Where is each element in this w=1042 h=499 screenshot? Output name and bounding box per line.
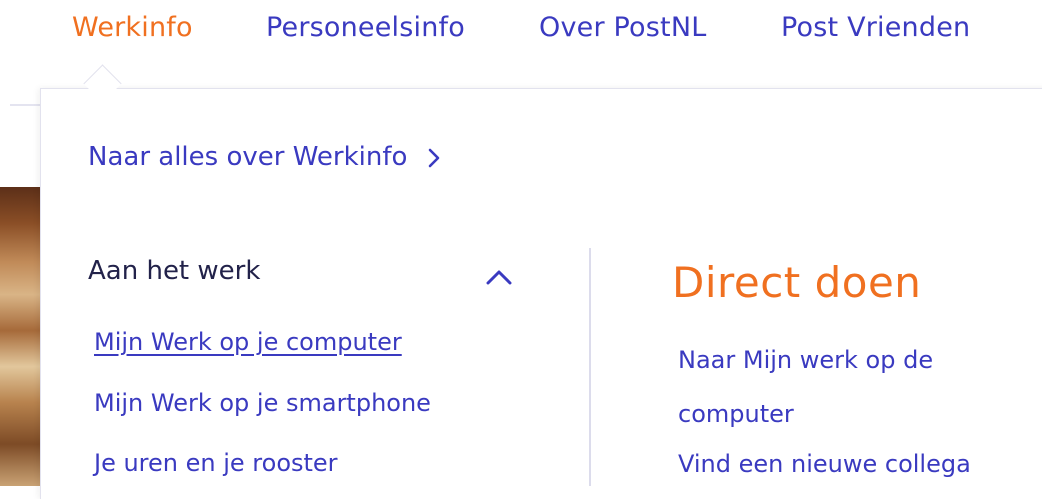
overview-link-label: Naar alles over Werkinfo: [88, 142, 408, 172]
link-vind-nieuwe-collega[interactable]: Vind een nieuwe collega: [678, 437, 1008, 491]
link-uren-rooster[interactable]: Je uren en je rooster: [94, 449, 338, 477]
background-photo: [0, 187, 40, 486]
chevron-right-icon: [429, 148, 440, 167]
nav-item-personeelsinfo[interactable]: Personeelsinfo: [266, 12, 465, 43]
nav-item-post-vrienden[interactable]: Post Vrienden: [781, 12, 970, 43]
nav-item-over-postnl[interactable]: Over PostNL: [539, 12, 706, 43]
link-naar-mijn-werk-computer[interactable]: Naar Mijn werk op de computer: [678, 333, 1008, 441]
section-title: Aan het werk: [88, 256, 261, 286]
chevron-up-icon: [486, 270, 512, 285]
nav-item-werkinfo[interactable]: Werkinfo: [72, 12, 193, 43]
accordion-header-aan-het-werk[interactable]: Aan het werk: [88, 256, 528, 292]
overview-link[interactable]: Naar alles over Werkinfo: [88, 142, 445, 172]
direct-doen-title: Direct doen: [672, 258, 922, 307]
top-navigation: Werkinfo Personeelsinfo Over PostNL Post…: [0, 0, 1042, 60]
column-divider: [589, 248, 591, 486]
link-mijn-werk-computer[interactable]: Mijn Werk op je computer: [94, 328, 402, 356]
link-mijn-werk-smartphone[interactable]: Mijn Werk op je smartphone: [94, 389, 431, 417]
